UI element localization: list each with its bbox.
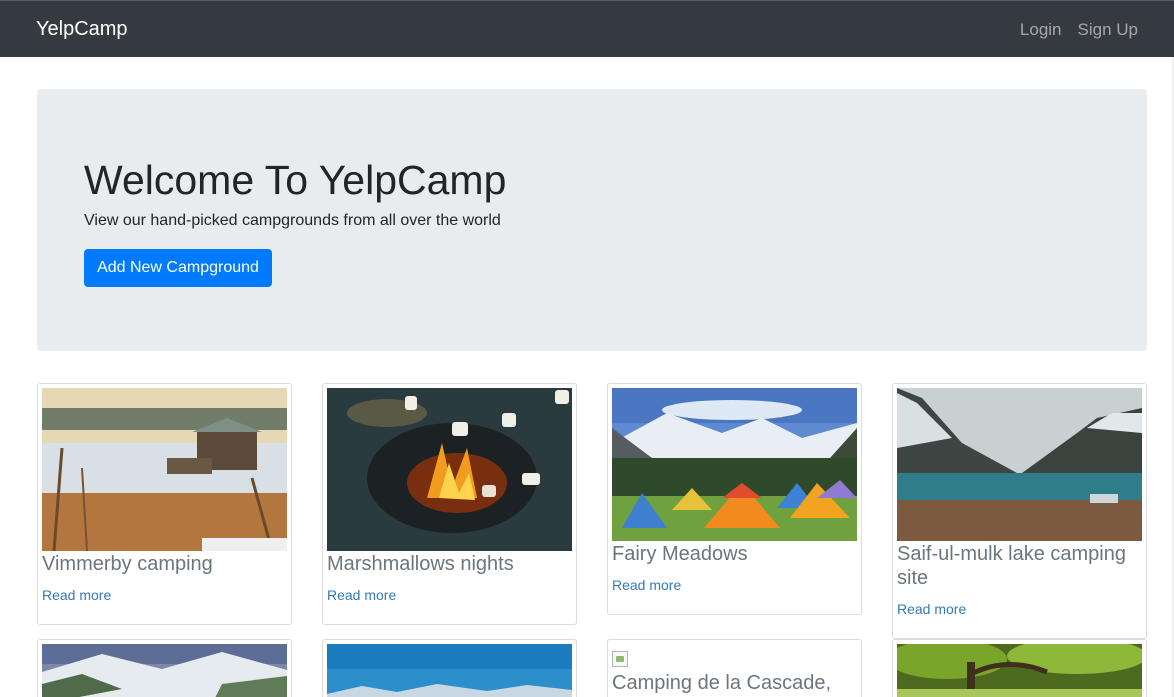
campground-title: Fairy Meadows xyxy=(612,543,748,565)
read-more-link[interactable]: Read more xyxy=(612,577,681,593)
page-subtitle: View our hand-picked campgrounds from al… xyxy=(84,212,501,229)
campground-card xyxy=(322,639,577,697)
campground-image[interactable] xyxy=(897,644,1142,697)
campground-title: Marshmallows nights xyxy=(327,553,514,575)
campground-title: Saif-ul-mulk lake camping site xyxy=(897,543,1126,589)
broken-image-icon xyxy=(612,651,628,667)
campground-image[interactable] xyxy=(42,388,287,551)
campground-image[interactable] xyxy=(327,644,572,697)
campground-card: Saif-ul-mulk lake camping site Read more xyxy=(892,383,1147,639)
navbar: YelpCamp Login Sign Up xyxy=(0,0,1174,57)
campground-card: Camping de la Cascade, xyxy=(607,639,862,697)
read-more-link[interactable]: Read more xyxy=(897,601,966,617)
signup-link[interactable]: Sign Up xyxy=(1078,20,1138,40)
campground-image[interactable] xyxy=(42,644,287,697)
login-link[interactable]: Login xyxy=(1020,20,1062,40)
campground-card xyxy=(37,639,292,697)
page-title: Welcome To YelpCamp xyxy=(84,157,507,203)
campground-title: Vimmerby camping xyxy=(42,553,213,575)
read-more-link[interactable]: Read more xyxy=(42,587,111,603)
campground-card: Marshmallows nights Read more xyxy=(322,383,577,625)
jumbotron: Welcome To YelpCamp View our hand-picked… xyxy=(37,89,1147,351)
campground-card: Fairy Meadows Read more xyxy=(607,383,862,615)
campground-card xyxy=(892,639,1147,697)
campground-image[interactable] xyxy=(327,388,572,551)
campground-title: Camping de la Cascade, xyxy=(612,672,832,694)
brand-logo[interactable]: YelpCamp xyxy=(36,18,128,41)
campground-card: Vimmerby camping Read more xyxy=(37,383,292,625)
read-more-link[interactable]: Read more xyxy=(327,587,396,603)
campground-image[interactable] xyxy=(897,388,1142,541)
campground-image[interactable] xyxy=(612,388,857,541)
add-campground-button[interactable]: Add New Campground xyxy=(84,249,272,287)
nav-links: Login Sign Up xyxy=(1020,20,1138,40)
